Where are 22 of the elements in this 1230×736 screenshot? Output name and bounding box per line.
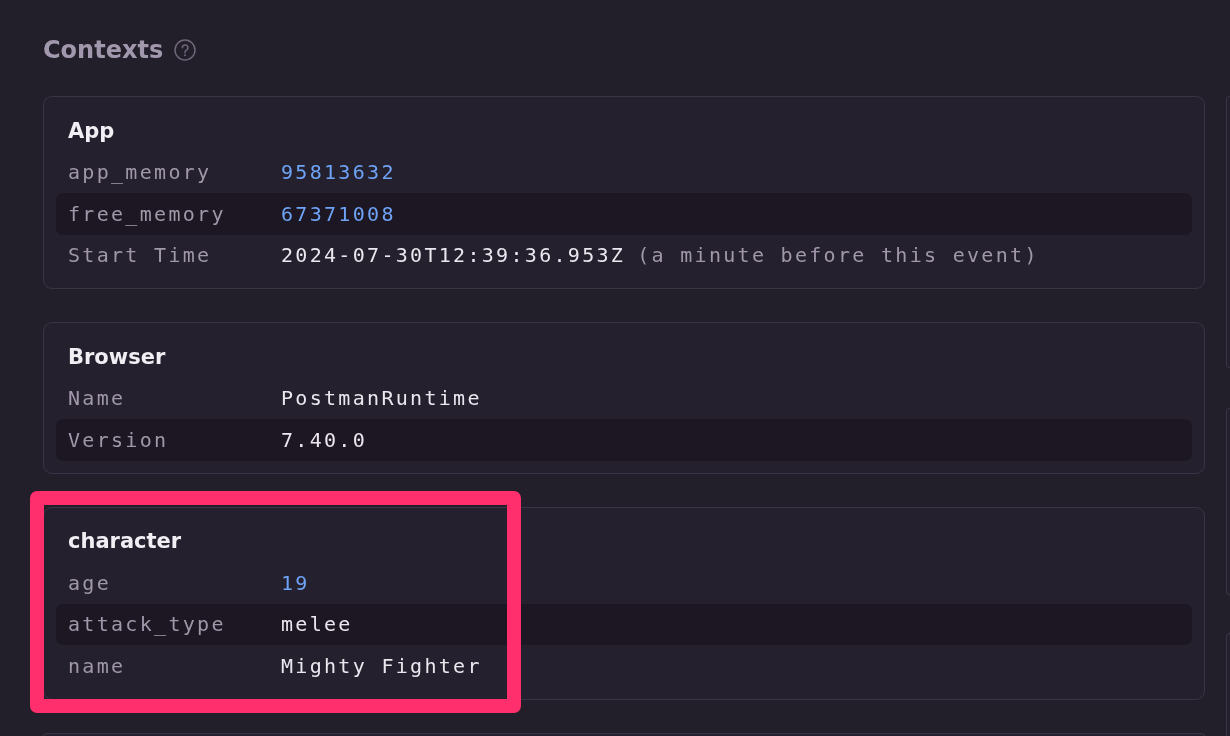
field-key: app_memory bbox=[68, 160, 281, 185]
field-key: Name bbox=[68, 386, 281, 411]
field-value: 95813632 bbox=[281, 160, 396, 185]
help-icon[interactable] bbox=[174, 39, 197, 61]
field-key: name bbox=[68, 653, 281, 678]
field-key: Start Time bbox=[68, 243, 281, 268]
field-key: free_memory bbox=[68, 201, 281, 226]
field-value: melee bbox=[281, 612, 353, 637]
field-value: Mighty Fighter bbox=[281, 653, 482, 678]
field-value: 67371008 bbox=[281, 201, 396, 226]
card-title: character bbox=[68, 528, 182, 555]
relative-time-note: (a minute before this event) bbox=[637, 243, 1039, 268]
field-key: Version bbox=[68, 427, 281, 452]
card-title: Browser bbox=[68, 343, 166, 370]
field-key: age bbox=[68, 570, 281, 595]
field-value: PostmanRuntime bbox=[281, 386, 482, 411]
field-key: attack_type bbox=[68, 612, 281, 637]
field-value: 2024-07-30T12:39:36.953Z bbox=[281, 243, 626, 268]
section-title: Contexts bbox=[43, 35, 164, 66]
field-value: 19 bbox=[281, 570, 310, 595]
card-title: App bbox=[68, 117, 115, 144]
field-value: 7.40.0 bbox=[281, 427, 368, 452]
